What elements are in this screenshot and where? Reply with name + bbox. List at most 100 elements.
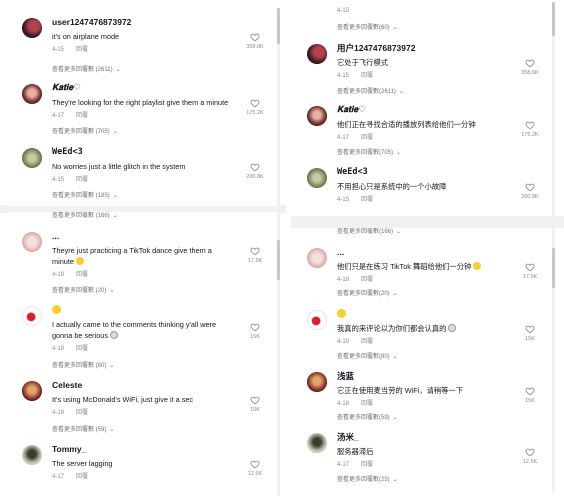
view-more-replies[interactable]: 查看更多回覆數 (20) ⌄ xyxy=(52,287,114,296)
avatar[interactable] xyxy=(22,84,42,104)
avatar[interactable] xyxy=(307,433,327,453)
skull-emoji-icon xyxy=(109,331,118,339)
divider xyxy=(286,0,291,500)
comment-date: 4-18 xyxy=(52,410,65,416)
view-more-replies[interactable]: 查看更多回覆數(25) ⌄ xyxy=(337,476,398,485)
comment-username[interactable] xyxy=(337,308,509,320)
view-more-replies[interactable]: 查看更多回覆數 (185) ⌄ xyxy=(52,192,118,201)
like-button[interactable]: 12.5K xyxy=(519,447,541,466)
like-button[interactable]: 15K xyxy=(519,386,541,405)
comment-username[interactable]: 汤米_ xyxy=(337,431,509,443)
smile-emoji-icon xyxy=(337,309,346,318)
like-button[interactable]: 200.8K xyxy=(244,162,266,181)
comment-username[interactable]: 𝐊𝐚𝐭𝐢𝐞♡ xyxy=(337,104,509,116)
heart-icon xyxy=(250,247,260,256)
view-more-replies[interactable]: 查看更多回覆數(166) ⌄ xyxy=(337,228,401,237)
heart-icon xyxy=(250,323,260,332)
comments-panel-english-top: user1247476873972 it's on airplane mode … xyxy=(8,8,280,206)
avatar[interactable] xyxy=(307,310,327,330)
avatar[interactable] xyxy=(307,372,327,392)
avatar[interactable] xyxy=(22,148,42,168)
comment-username[interactable] xyxy=(52,304,234,316)
chevron-down-icon: ⌄ xyxy=(109,363,115,369)
chevron-down-icon: ⌄ xyxy=(112,129,118,135)
view-more-replies[interactable]: 查看更多回覆數(2611) ⌄ xyxy=(337,88,404,97)
reply-button[interactable]: 回覆 xyxy=(361,401,373,407)
reply-button[interactable]: 回覆 xyxy=(76,47,88,53)
comment-username[interactable]: Tommy_ xyxy=(52,443,234,455)
view-more-replies[interactable]: 查看更多回覆數(59) ⌄ xyxy=(337,414,398,423)
scrollbar-thumb[interactable] xyxy=(552,2,555,36)
reply-button[interactable]: 回覆 xyxy=(361,135,373,141)
reply-button[interactable]: 回覆 xyxy=(76,410,88,416)
chevron-down-icon: ⌄ xyxy=(396,229,402,235)
comment-date: 4-15 xyxy=(52,47,65,53)
comment-username[interactable]: 𝐊𝐚𝐭𝐢𝐞♡ xyxy=(52,82,234,94)
view-more-replies[interactable]: 查看更多回覆數(60) ⌄ xyxy=(337,24,398,33)
reply-button[interactable]: 回覆 xyxy=(76,346,88,352)
reply-button[interactable]: 回覆 xyxy=(361,73,373,79)
comment-username[interactable]: WeEd<3 xyxy=(337,166,509,178)
reply-button[interactable]: 回覆 xyxy=(76,474,88,480)
view-more-replies[interactable]: 查看更多回覆數 (166) ⌄ xyxy=(52,212,118,221)
view-more-replies[interactable]: 查看更多回覆數(20) ⌄ xyxy=(337,290,398,299)
like-button[interactable]: 12.5K xyxy=(244,459,266,478)
reply-button[interactable]: 回覆 xyxy=(76,272,88,278)
view-more-replies[interactable]: 查看更多回覆數(705) ⌄ xyxy=(337,149,401,158)
avatar[interactable] xyxy=(22,381,42,401)
heart-icon xyxy=(525,448,535,457)
like-count: 200.8K xyxy=(246,174,264,180)
comment-item: ... 他们只是在练习 TikTok 舞蹈给他们一分钟 4-18 回覆 17.5K xyxy=(293,246,555,308)
comments-panel-chinese-bottom: 查看更多回覆數(166) ⌄ ... 他们只是在练习 TikTok 舞蹈给他们一分… xyxy=(293,228,555,492)
reply-button[interactable]: 回覆 xyxy=(76,177,88,183)
avatar[interactable] xyxy=(22,306,42,326)
comment-username[interactable]: user1247476873972 xyxy=(52,16,234,28)
view-more-replies[interactable]: 查看更多回覆數 (705) ⌄ xyxy=(52,128,118,137)
heart-icon xyxy=(525,325,535,334)
view-more-replies[interactable]: 查看更多回覆數 (2611) ⌄ xyxy=(52,66,121,75)
like-button[interactable]: 17.5K xyxy=(244,246,266,265)
like-button[interactable]: 15K xyxy=(244,322,266,341)
reply-button[interactable]: 回覆 xyxy=(361,462,373,468)
like-button[interactable]: 358.6K xyxy=(244,32,266,51)
like-button[interactable]: 15K xyxy=(519,324,541,343)
like-button[interactable]: 17.5K xyxy=(519,262,541,281)
comment-date: 4-15 xyxy=(337,73,350,79)
reply-button[interactable]: 回覆 xyxy=(76,113,88,119)
like-button[interactable]: 358.6K xyxy=(519,58,541,77)
like-button[interactable]: 15K xyxy=(244,395,266,414)
comment-text: 它处于飞行模式 xyxy=(337,58,389,67)
like-count: 17.5K xyxy=(247,258,263,264)
avatar[interactable] xyxy=(307,248,327,268)
like-button[interactable]: 175.2K xyxy=(519,120,541,139)
reply-button[interactable]: 回覆 xyxy=(361,277,373,283)
avatar[interactable] xyxy=(307,168,327,188)
view-more-replies[interactable]: 查看更多回覆數 (59) ⌄ xyxy=(52,426,114,435)
comment-text: They're looking for the right playlist g… xyxy=(52,98,229,107)
avatar[interactable] xyxy=(22,18,42,38)
view-more-replies[interactable]: 查看更多回覆數(80) ⌄ xyxy=(337,353,398,362)
comment-username[interactable]: 用户1247476873972 xyxy=(337,42,509,54)
reply-button[interactable]: 回覆 xyxy=(361,339,373,345)
like-button[interactable]: 200.8K xyxy=(519,182,541,201)
comment-date: 4-17 xyxy=(337,135,350,141)
comment-username[interactable]: 浅蓝 xyxy=(337,370,509,382)
heart-icon xyxy=(250,99,260,108)
avatar[interactable] xyxy=(307,106,327,126)
reply-button[interactable]: 回覆 xyxy=(361,197,373,203)
avatar[interactable] xyxy=(307,44,327,64)
avatar[interactable] xyxy=(22,232,42,252)
heart-icon xyxy=(525,183,535,192)
comment-text: 他们正在寻找合适的播放列表给他们一分钟 xyxy=(337,120,476,129)
heart-icon xyxy=(250,33,260,42)
comment-text: 他们只是在练习 TikTok 舞蹈给他们一分钟 xyxy=(337,261,509,272)
comment-item: WeEd<3 不用担心只是系统中的一个小故障 4-15 回覆 200.8K xyxy=(293,166,555,216)
comment-username[interactable]: WeEd<3 xyxy=(52,146,234,158)
avatar[interactable] xyxy=(22,445,42,465)
comment-username[interactable]: ... xyxy=(52,230,234,242)
like-button[interactable]: 175.2K xyxy=(244,98,266,117)
view-more-replies[interactable]: 查看更多回覆數 (80) ⌄ xyxy=(52,362,114,371)
comment-username[interactable]: Celeste xyxy=(52,379,234,391)
comment-date: 4-18 xyxy=(52,272,65,278)
comment-username[interactable]: ... xyxy=(337,246,509,258)
